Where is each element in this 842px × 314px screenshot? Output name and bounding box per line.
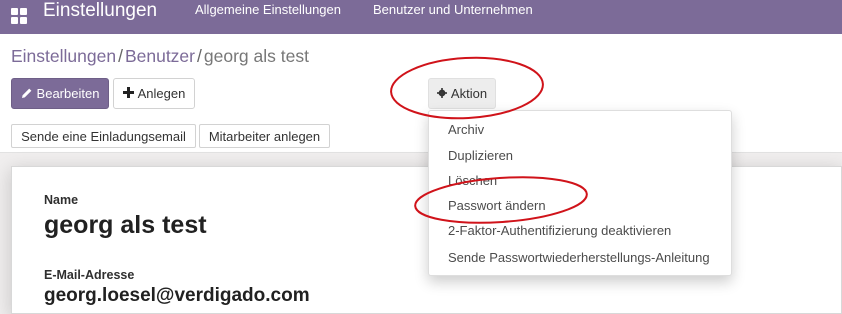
apps-grid-icon[interactable]	[11, 8, 27, 24]
create-button-label: Anlegen	[137, 86, 186, 101]
gear-icon	[436, 87, 447, 100]
create-button[interactable]: Anlegen	[113, 78, 195, 109]
menu-item-disable-2fa[interactable]: 2-Faktor-Authentifizierung deaktivieren	[448, 223, 671, 238]
menu-item-archive[interactable]: Archiv	[448, 122, 484, 137]
menu-item-duplicate[interactable]: Duplizieren	[448, 148, 513, 163]
plus-icon	[122, 87, 134, 100]
menu-item-send-password-reset[interactable]: Sende Passwortwiederherstellungs-Anleitu…	[448, 250, 710, 265]
breadcrumb-current: georg als test	[203, 46, 309, 66]
email-field[interactable]: georg.loesel@verdigado.com	[44, 285, 310, 307]
email-label: E-Mail-Adresse	[44, 268, 135, 282]
menu-item-delete[interactable]: Löschen	[448, 173, 497, 188]
breadcrumb-benutzer[interactable]: Benutzer	[125, 46, 195, 66]
app-title[interactable]: Einstellungen	[43, 0, 157, 22]
action-dropdown-button[interactable]: Aktion	[428, 78, 496, 109]
name-label: Name	[44, 193, 79, 207]
breadcrumb-separator: /	[197, 46, 202, 66]
edit-button-label: Bearbeiten	[36, 86, 100, 101]
action-button-label: Aktion	[450, 86, 488, 101]
menu-item-change-password[interactable]: Passwort ändern	[448, 198, 546, 213]
create-employee-button[interactable]: Mitarbeiter anlegen	[199, 124, 330, 148]
pencil-icon	[21, 87, 33, 101]
name-field[interactable]: georg als test	[44, 209, 207, 241]
breadcrumb-einstellungen[interactable]: Einstellungen	[11, 46, 116, 66]
menu-benutzer-und-unternehmen[interactable]: Benutzer und Unternehmen	[373, 3, 533, 17]
menu-allgemeine-einstellungen[interactable]: Allgemeine Einstellungen	[195, 3, 341, 17]
breadcrumb-separator: /	[118, 46, 123, 66]
top-navbar: Einstellungen Allgemeine Einstellungen B…	[0, 0, 842, 34]
send-invitation-button[interactable]: Sende eine Einladungsemail	[11, 124, 196, 148]
breadcrumb: Einstellungen / Benutzer / georg als test	[11, 46, 309, 66]
edit-button[interactable]: Bearbeiten	[11, 78, 109, 109]
